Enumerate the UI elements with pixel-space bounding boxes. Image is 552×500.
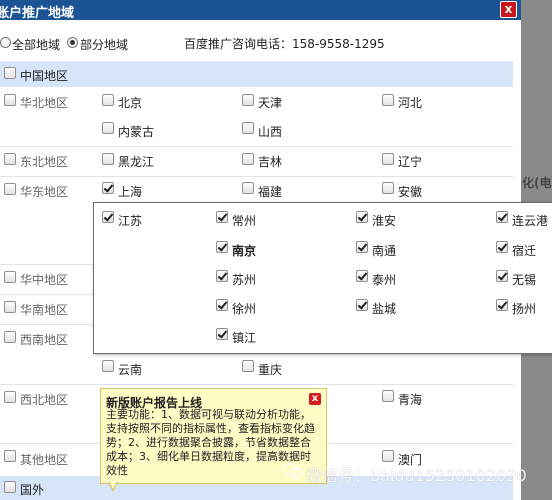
jiangsu-city-popup: 江苏 常州 淮安 连云港 南京 南通 宿迁 苏州 泰州 无锡 徐州 盐城 扬州 … xyxy=(93,202,552,354)
row-divider xyxy=(0,384,513,385)
city-checkbox[interactable] xyxy=(216,241,228,253)
qita-checkbox[interactable] xyxy=(4,450,16,462)
city-checkbox[interactable] xyxy=(356,270,368,282)
city-label[interactable]: 泰州 xyxy=(372,271,396,288)
huabei-label[interactable]: 华北地区 xyxy=(20,94,68,111)
huadong-checkbox[interactable] xyxy=(4,183,16,195)
huadong-label[interactable]: 华东地区 xyxy=(20,183,68,200)
city-checkbox[interactable] xyxy=(496,270,508,282)
dongbei-label[interactable]: 东北地区 xyxy=(20,153,68,170)
city-checkbox[interactable] xyxy=(496,211,508,223)
anhui-label[interactable]: 安徽 xyxy=(398,183,422,200)
radio-partial-label[interactable]: 部分地域 xyxy=(80,36,128,53)
city-label[interactable]: 徐州 xyxy=(232,300,256,317)
huanan-label[interactable]: 华南地区 xyxy=(20,301,68,318)
beijing-label[interactable]: 北京 xyxy=(118,94,142,111)
xinan-label[interactable]: 西南地区 xyxy=(20,331,68,348)
china-checkbox[interactable] xyxy=(4,67,16,79)
tooltip-close-icon[interactable]: x xyxy=(309,393,321,405)
hebei-checkbox[interactable] xyxy=(382,94,394,106)
city-label[interactable]: 连云港 xyxy=(512,212,548,229)
qinghai-checkbox[interactable] xyxy=(382,390,394,402)
neimenggu-checkbox[interactable] xyxy=(102,122,114,134)
huabei-checkbox[interactable] xyxy=(4,94,16,106)
shanxi-checkbox[interactable] xyxy=(242,122,254,134)
city-label[interactable]: 无锡 xyxy=(512,271,536,288)
foreign-checkbox[interactable] xyxy=(4,481,16,493)
beijing-checkbox[interactable] xyxy=(102,94,114,106)
china-region-row: 中国地区 xyxy=(0,61,513,87)
xinan-checkbox[interactable] xyxy=(4,331,16,343)
city-label[interactable]: 宿迁 xyxy=(512,242,536,259)
tooltip-arrow-fill xyxy=(109,481,117,489)
row-divider xyxy=(0,176,513,177)
shanghai-label[interactable]: 上海 xyxy=(118,183,142,200)
city-checkbox[interactable] xyxy=(356,241,368,253)
city-label[interactable]: 镇江 xyxy=(232,329,256,346)
dialog-titlebar: 账户推广地域 x xyxy=(0,0,521,21)
city-label[interactable]: 南通 xyxy=(372,242,396,259)
china-label[interactable]: 中国地区 xyxy=(20,67,68,84)
neimenggu-label[interactable]: 内蒙古 xyxy=(118,123,154,140)
city-checkbox[interactable] xyxy=(356,211,368,223)
wechat-icon xyxy=(283,463,303,479)
mode-selector: 全部地域 部分地域 百度推广咨询电话：158-9558-1295 xyxy=(0,34,521,54)
heilongjiang-label[interactable]: 黑龙江 xyxy=(118,153,154,170)
tianjin-checkbox[interactable] xyxy=(242,94,254,106)
huazhong-checkbox[interactable] xyxy=(4,271,16,283)
yunnan-label[interactable]: 云南 xyxy=(118,361,142,378)
city-checkbox[interactable] xyxy=(216,211,228,223)
close-icon[interactable]: x xyxy=(500,1,517,18)
chongqing-checkbox[interactable] xyxy=(242,360,254,372)
foreign-label[interactable]: 国外 xyxy=(20,481,44,498)
city-checkbox[interactable] xyxy=(216,270,228,282)
hebei-label[interactable]: 河北 xyxy=(398,94,422,111)
jilin-label[interactable]: 吉林 xyxy=(258,153,282,170)
shanxi-label[interactable]: 山西 xyxy=(258,123,282,140)
chongqing-label[interactable]: 重庆 xyxy=(258,361,282,378)
jilin-checkbox[interactable] xyxy=(242,153,254,165)
background-text: 化(电 xyxy=(522,176,552,190)
yunnan-checkbox[interactable] xyxy=(102,360,114,372)
city-label[interactable]: 淮安 xyxy=(372,212,396,229)
xibei-checkbox[interactable] xyxy=(4,391,16,403)
city-label[interactable]: 南京 xyxy=(232,242,256,259)
city-checkbox[interactable] xyxy=(216,299,228,311)
huanan-checkbox[interactable] xyxy=(4,301,16,313)
watermark-text: 微信号：baidu15250102030 xyxy=(306,466,527,485)
liaoning-checkbox[interactable] xyxy=(382,153,394,165)
anhui-checkbox[interactable] xyxy=(382,182,394,194)
heilongjiang-checkbox[interactable] xyxy=(102,153,114,165)
city-checkbox[interactable] xyxy=(216,328,228,340)
fujian-label[interactable]: 福建 xyxy=(258,183,282,200)
radio-all-regions[interactable] xyxy=(0,37,11,48)
xibei-label[interactable]: 西北地区 xyxy=(20,391,68,408)
aomen-checkbox[interactable] xyxy=(382,450,394,462)
city-label[interactable]: 苏州 xyxy=(232,271,256,288)
shanghai-checkbox[interactable] xyxy=(102,182,114,194)
city-label[interactable]: 扬州 xyxy=(512,300,536,317)
city-label[interactable]: 盐城 xyxy=(372,300,396,317)
jiangsu-label[interactable]: 江苏 xyxy=(118,212,142,229)
radio-all-label[interactable]: 全部地域 xyxy=(12,36,60,53)
jiangsu-checkbox[interactable] xyxy=(102,211,114,223)
city-label[interactable]: 常州 xyxy=(232,212,256,229)
hotline-text: 百度推广咨询电话：158-9558-1295 xyxy=(184,37,385,51)
qita-label[interactable]: 其他地区 xyxy=(20,451,68,468)
city-checkbox[interactable] xyxy=(496,299,508,311)
city-checkbox[interactable] xyxy=(356,299,368,311)
liaoning-label[interactable]: 辽宁 xyxy=(398,153,422,170)
tianjin-label[interactable]: 天津 xyxy=(258,94,282,111)
city-checkbox[interactable] xyxy=(496,241,508,253)
fujian-checkbox[interactable] xyxy=(242,182,254,194)
row-divider xyxy=(0,146,513,147)
dongbei-checkbox[interactable] xyxy=(4,153,16,165)
dialog-title: 账户推广地域 xyxy=(0,6,75,21)
qinghai-label[interactable]: 青海 xyxy=(398,391,422,408)
huazhong-label[interactable]: 华中地区 xyxy=(20,271,68,288)
radio-partial-regions[interactable] xyxy=(67,37,78,48)
